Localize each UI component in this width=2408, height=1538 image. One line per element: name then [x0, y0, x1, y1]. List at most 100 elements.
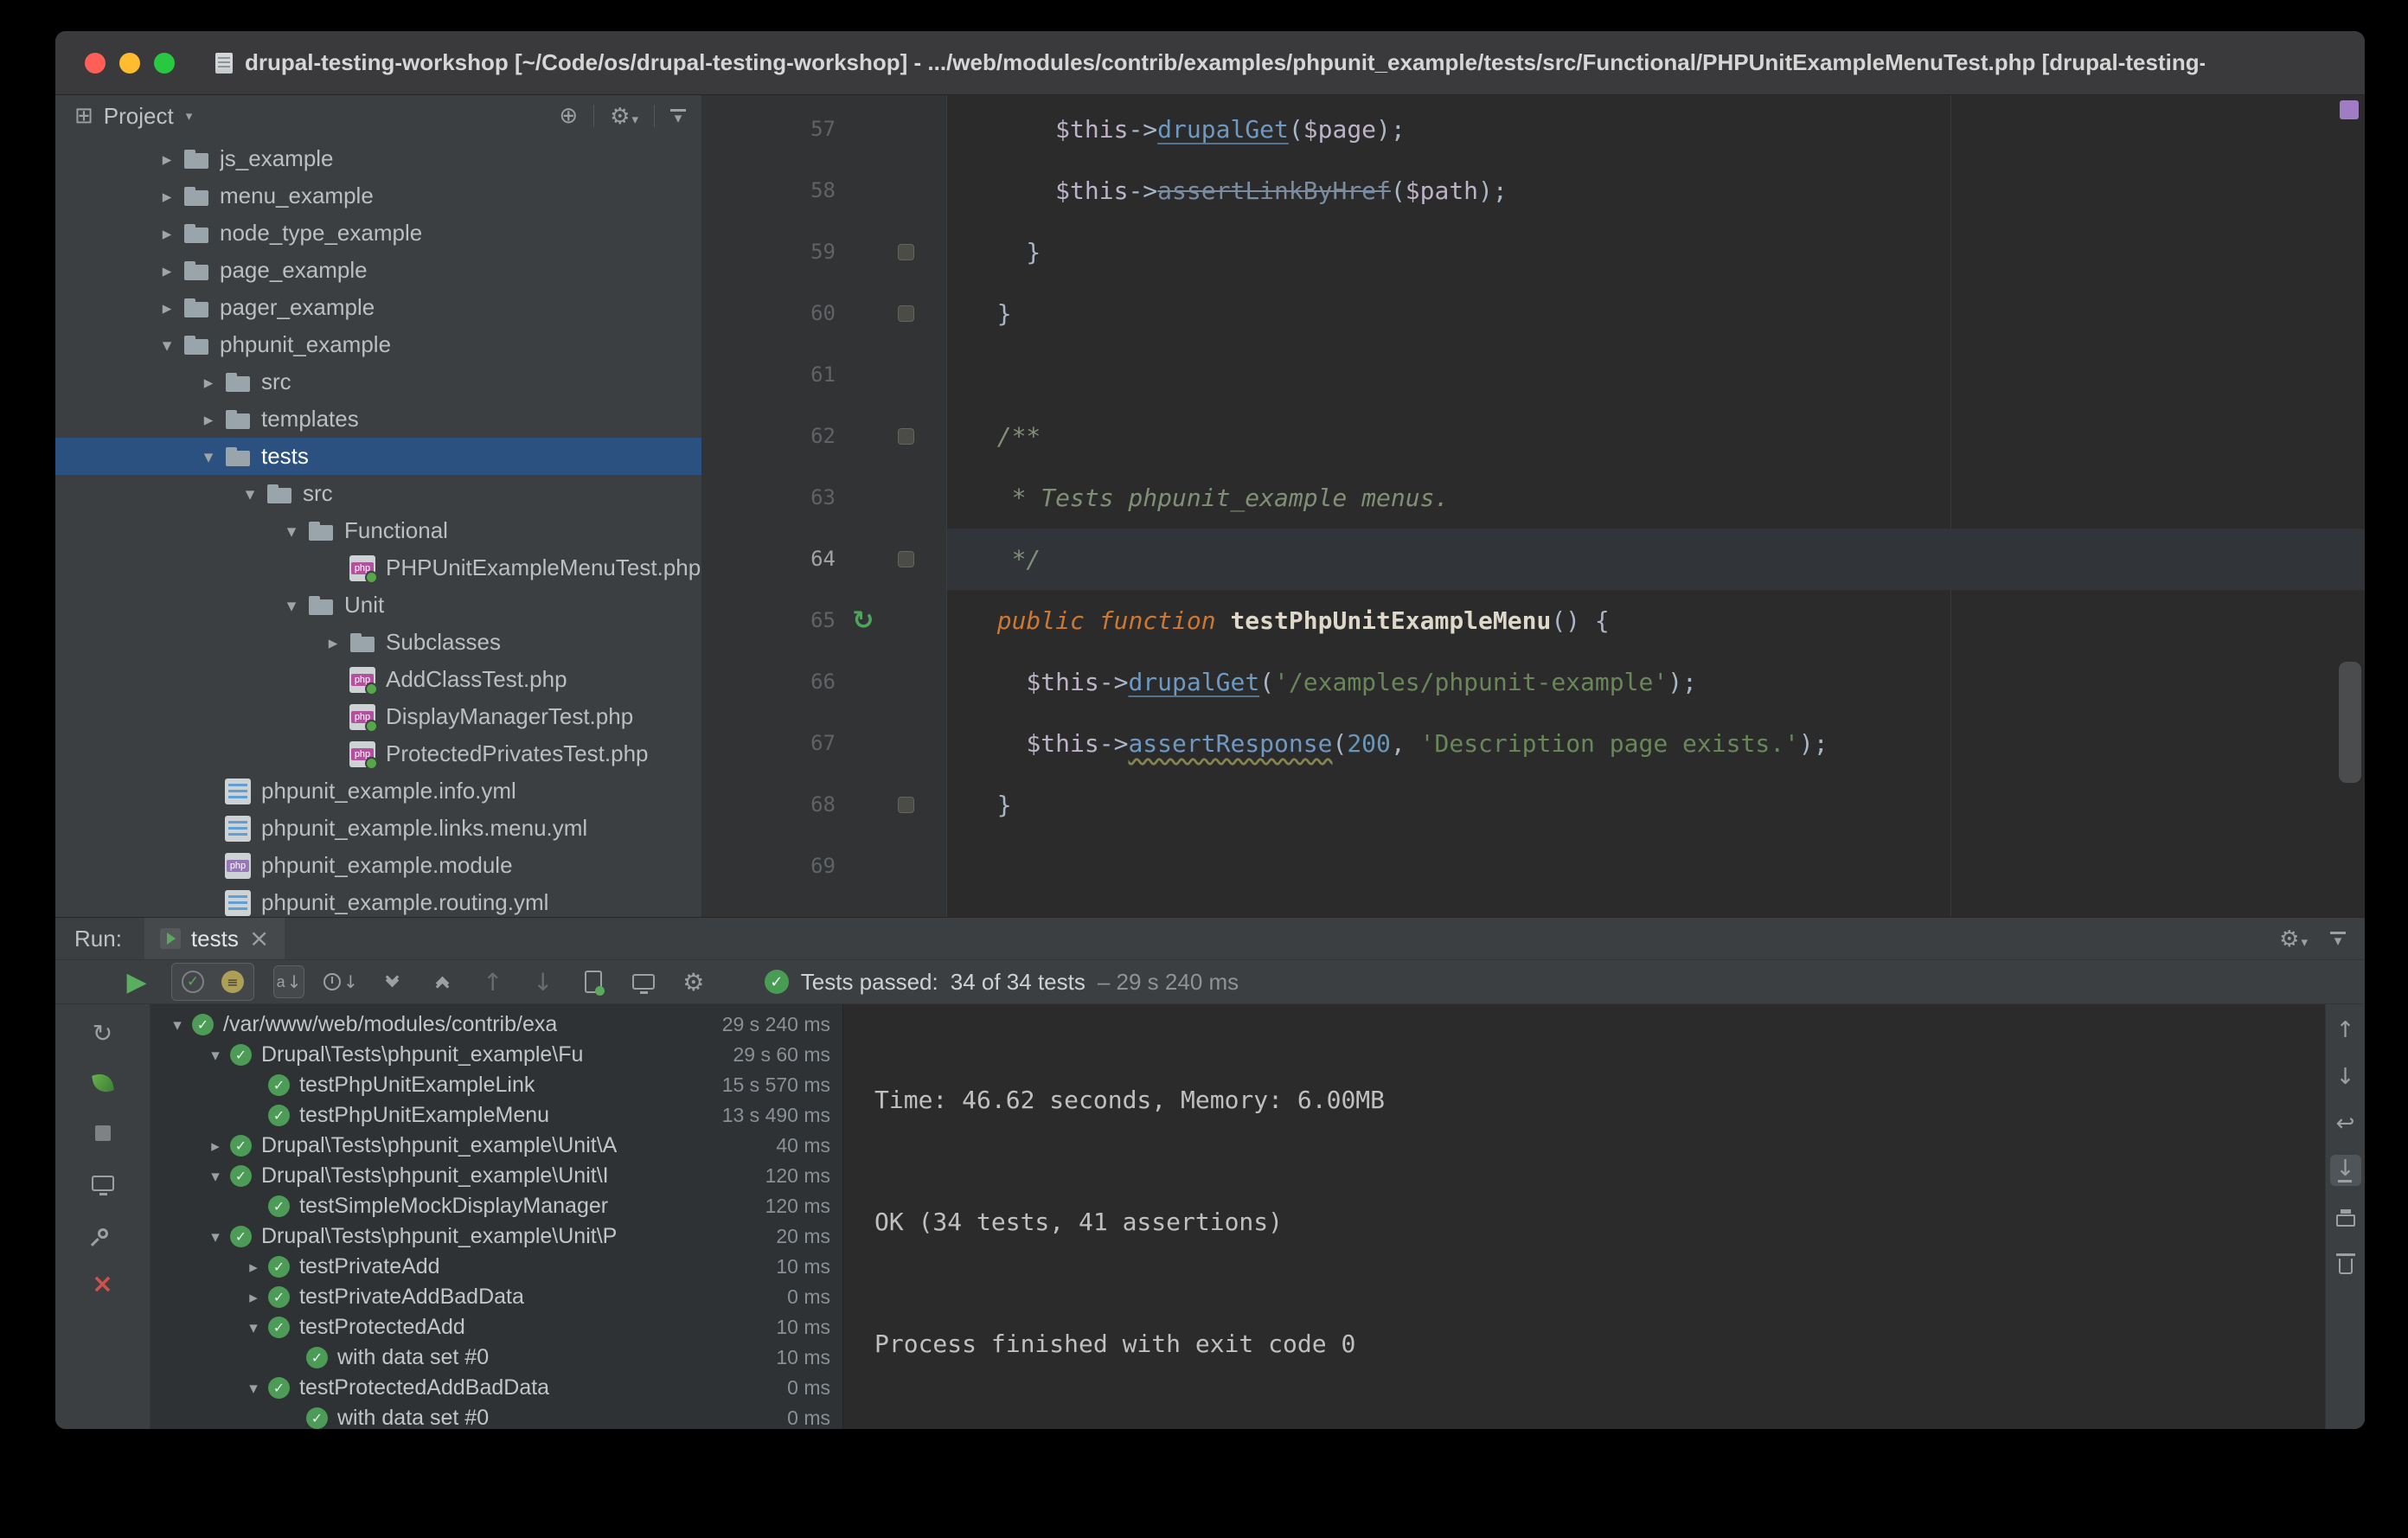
console-output[interactable]: Time: 46.62 seconds, Memory: 6.00MB OK (…	[842, 1004, 2325, 1429]
clear-console-button[interactable]	[2330, 1248, 2361, 1279]
chevron-right-icon[interactable]: ▸	[201, 1137, 230, 1156]
expand-all-button[interactable]	[377, 965, 408, 998]
project-tree-item[interactable]: phpunit_example.info.yml	[55, 772, 701, 810]
test-tree-item[interactable]: ▾ ✓ Drupal\Tests\phpunit_example\Unit\I 120…	[150, 1161, 842, 1191]
scroll-down-button[interactable]: ↓	[2330, 1061, 2361, 1093]
fold-marker-icon[interactable]	[897, 244, 914, 260]
project-tree-item[interactable]: ▾ tests	[55, 438, 701, 475]
fold-marker-icon[interactable]	[897, 428, 914, 445]
test-history-button[interactable]	[628, 965, 659, 998]
previous-failed-test-button[interactable]: ↑	[477, 965, 509, 998]
chevron-down-icon[interactable]: ▾	[275, 595, 308, 616]
test-tree-item[interactable]: ✓ testSimpleMockDisplayManager 120 ms	[150, 1191, 842, 1221]
chevron-down-icon[interactable]: ▾	[239, 1379, 268, 1398]
pin-tab-button[interactable]	[88, 1219, 118, 1248]
test-tree-item[interactable]: ✓ with data set #0 10 ms	[150, 1343, 842, 1373]
project-tree-item[interactable]: phpunit_example.module	[55, 847, 701, 884]
code-line[interactable]: 65 ↻ public function testPhpUnitExampleMe…	[702, 590, 2365, 651]
project-tree-item[interactable]: PHPUnitExampleMenuTest.php	[55, 549, 701, 586]
project-tree-item[interactable]: DisplayManagerTest.php	[55, 698, 701, 735]
test-tree-item[interactable]: ✓ testPhpUnitExampleMenu 13 s 490 ms	[150, 1100, 842, 1131]
chevron-right-icon[interactable]: ▸	[150, 223, 183, 244]
chevron-right-icon[interactable]: ▸	[239, 1288, 268, 1307]
code-line[interactable]: 63 * Tests phpunit_example menus.	[702, 467, 2365, 529]
chevron-down-icon[interactable]: ▾	[234, 484, 266, 504]
rerun-button[interactable]: ↻	[88, 1018, 118, 1048]
chevron-down-icon[interactable]: ▾	[239, 1318, 268, 1337]
import-test-results-button[interactable]	[578, 965, 609, 998]
chevron-right-icon[interactable]: ▸	[239, 1258, 268, 1277]
close-tab-icon[interactable]: ×	[249, 926, 269, 951]
project-tree-item[interactable]: phpunit_example.links.menu.yml	[55, 810, 701, 847]
chevron-right-icon[interactable]: ▸	[150, 298, 183, 318]
zoom-window-button[interactable]	[154, 52, 175, 74]
chevron-right-icon[interactable]: ▸	[150, 260, 183, 281]
editor[interactable]: 57 $this->drupalGet($page); 58 $this->ass…	[702, 95, 2365, 917]
code-line[interactable]: 66 $this->drupalGet('/examples/phpunit-e…	[702, 651, 2365, 713]
project-views-caret-icon[interactable]: ▾	[186, 108, 193, 124]
run-test-icon[interactable]: ↻	[852, 607, 874, 634]
test-tree-item[interactable]: ▸ ✓ testPrivateAddBadData 0 ms	[150, 1282, 842, 1312]
soft-wrap-toggle[interactable]: ↩	[2330, 1108, 2361, 1139]
project-tree-item[interactable]: ProtectedPrivatesTest.php	[55, 735, 701, 772]
project-settings-gear-icon[interactable]: ⚙ ▾	[610, 103, 638, 130]
chevron-down-icon[interactable]: ▾	[201, 1046, 230, 1065]
sort-alphabetically-toggle[interactable]: a ↓	[273, 965, 304, 998]
chevron-down-icon[interactable]: ▾	[201, 1227, 230, 1246]
fold-marker-icon[interactable]	[897, 305, 914, 322]
code-line[interactable]: 64 */	[702, 529, 2365, 590]
show-ignored-toggle[interactable]: ≡	[217, 965, 248, 998]
locate-file-icon[interactable]: ⊕	[559, 103, 578, 129]
sort-by-duration-toggle[interactable]: ↓	[323, 965, 358, 998]
test-tree-item[interactable]: ▾ ✓ Drupal\Tests\phpunit_example\Fu 29 s 60…	[150, 1040, 842, 1070]
test-tree-item[interactable]: ▸ ✓ Drupal\Tests\phpunit_example\Unit\A 40 …	[150, 1131, 842, 1161]
code-line[interactable]: 58 $this->assertLinkByHref($path);	[702, 160, 2365, 221]
project-tree-item[interactable]: phpunit_example.routing.yml	[55, 884, 701, 917]
run-settings-gear-icon[interactable]: ⚙ ▾	[2279, 926, 2308, 952]
project-tree-item[interactable]: ▸ src	[55, 363, 701, 401]
code-line[interactable]: 68 }	[702, 774, 2365, 836]
print-console-button[interactable]	[2330, 1202, 2361, 1233]
fold-marker-icon[interactable]	[897, 551, 914, 567]
project-panel-title[interactable]: Project	[104, 103, 174, 130]
chevron-down-icon[interactable]: ▾	[192, 446, 225, 467]
project-tree-item[interactable]: ▸ pager_example	[55, 289, 701, 326]
code-line[interactable]: 57 $this->drupalGet($page);	[702, 99, 2365, 160]
show-passed-toggle[interactable]: ✓	[177, 965, 208, 998]
project-tree-item[interactable]: ▸ page_example	[55, 252, 701, 289]
document-proxy-icon[interactable]	[215, 52, 233, 74]
test-tree-item[interactable]: ✓ testPhpUnitExampleLink 15 s 570 ms	[150, 1070, 842, 1100]
close-run-panel-button[interactable]: ×	[88, 1269, 118, 1299]
titlebar[interactable]: drupal-testing-workshop [~/Code/os/drupa…	[55, 31, 2365, 95]
rerun-tests-button[interactable]: ▶	[121, 965, 152, 998]
editor-scrollbar-thumb[interactable]	[2339, 662, 2361, 783]
chevron-right-icon[interactable]: ▸	[192, 409, 225, 430]
collapse-all-button[interactable]	[427, 965, 458, 998]
code-line[interactable]: 62 /**	[702, 406, 2365, 467]
stripe-marker[interactable]	[2340, 100, 2359, 119]
test-tree-item[interactable]: ▾ ✓ Drupal\Tests\phpunit_example\Unit\P 20 …	[150, 1221, 842, 1252]
code-line[interactable]: 59 }	[702, 221, 2365, 283]
minimize-window-button[interactable]	[119, 52, 140, 74]
hide-run-panel-icon[interactable]: ▾	[2330, 931, 2346, 948]
hide-project-panel-icon[interactable]: ▾	[670, 108, 686, 125]
test-tree-item[interactable]: ▸ ✓ testPrivateAdd 10 ms	[150, 1252, 842, 1282]
chevron-right-icon[interactable]: ▸	[150, 149, 183, 170]
editor-error-stripe[interactable]	[2334, 95, 2365, 917]
project-tree-item[interactable]: ▸ js_example	[55, 140, 701, 177]
project-tree-item[interactable]: AddClassTest.php	[55, 661, 701, 698]
scroll-to-end-toggle[interactable]: ↓	[2329, 1155, 2361, 1186]
scroll-up-button[interactable]: ↑	[2330, 1015, 2361, 1046]
code-line[interactable]: 61	[702, 344, 2365, 406]
test-tree-item[interactable]: ▾ ✓ /var/www/web/modules/contrib/exa 29 s 2…	[150, 1009, 842, 1040]
test-tree-item[interactable]: ▾ ✓ testProtectedAddBadData 0 ms	[150, 1373, 842, 1403]
run-toolbar-gear-button[interactable]: ⚙	[678, 965, 709, 998]
project-tree-item[interactable]: ▸ Subclasses	[55, 624, 701, 661]
stop-button[interactable]	[88, 1118, 118, 1148]
project-tree-item[interactable]: ▾ Unit	[55, 586, 701, 624]
run-tab-tests[interactable]: tests ×	[144, 918, 285, 959]
code-area[interactable]: 57 $this->drupalGet($page); 58 $this->ass…	[702, 95, 2365, 917]
next-failed-test-button[interactable]: ↓	[528, 965, 559, 998]
fold-marker-icon[interactable]	[897, 797, 914, 813]
code-line[interactable]: 60 }	[702, 283, 2365, 344]
